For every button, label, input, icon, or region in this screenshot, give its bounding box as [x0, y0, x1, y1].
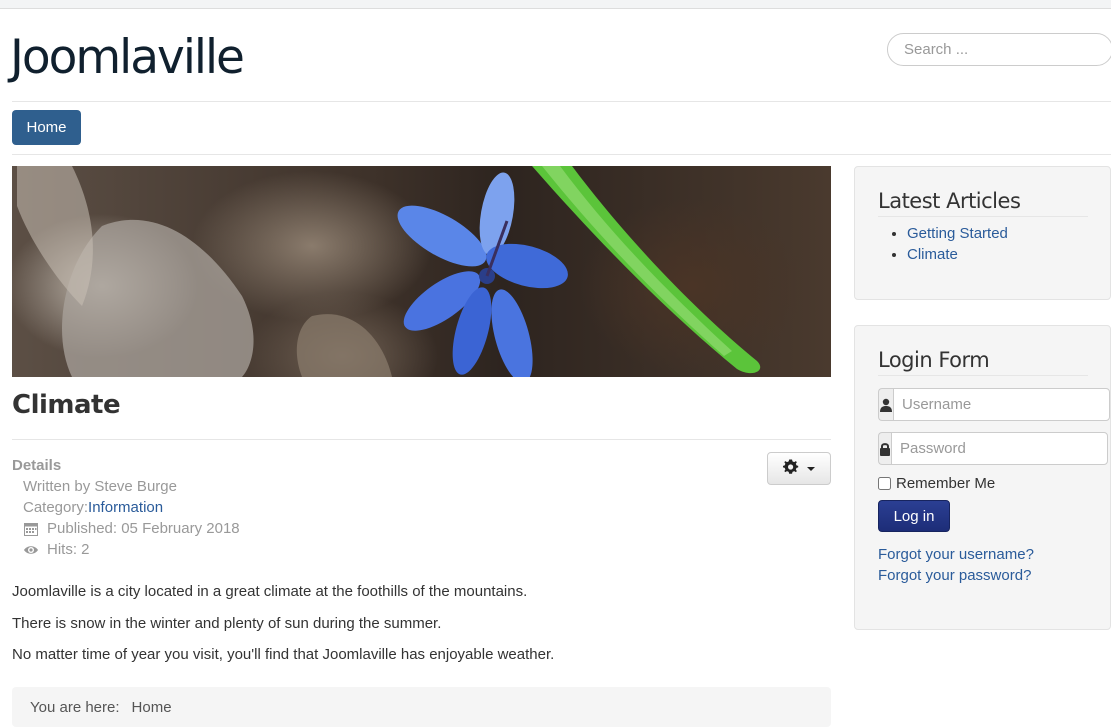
category-info: Category: Information	[23, 499, 163, 516]
hits-count: Hits: 2	[47, 541, 90, 558]
published-date: Published: 05 February 2018	[47, 520, 240, 537]
username-field[interactable]	[893, 388, 1110, 421]
lock-icon	[878, 432, 891, 465]
password-group	[878, 432, 1108, 465]
user-icon	[878, 388, 893, 421]
hits-info: Hits: 2	[23, 541, 90, 558]
article-paragraph: Joomlaville is a city located in a great…	[12, 583, 528, 600]
article-title: Climate	[12, 390, 121, 420]
username-group	[878, 388, 1110, 421]
search-input[interactable]	[887, 33, 1111, 66]
breadcrumb: You are here: Home	[12, 687, 831, 727]
remember-me-label: Remember Me	[896, 475, 996, 492]
flower-illustration	[17, 166, 761, 377]
author-info: Written by Steve Burge	[23, 478, 177, 495]
published-info: Published: 05 February 2018	[23, 520, 240, 537]
article-banner-image	[12, 166, 831, 377]
login-button[interactable]: Log in	[878, 500, 950, 532]
article-link-getting-started[interactable]: Getting Started	[907, 225, 1008, 242]
nav-divider	[12, 154, 1111, 155]
chevron-down-icon	[807, 466, 815, 471]
gear-icon	[783, 458, 799, 479]
remember-me-checkbox[interactable]	[878, 477, 891, 490]
eye-icon	[23, 542, 39, 558]
header-divider	[12, 101, 1111, 102]
list-item: Climate	[907, 244, 1110, 265]
breadcrumb-item-home[interactable]: Home	[132, 699, 172, 716]
breadcrumb-label: You are here:	[30, 698, 120, 716]
site-title[interactable]: Joomlaville	[10, 30, 245, 85]
login-form-title: Login Form	[878, 348, 1088, 376]
category-link[interactable]: Information	[88, 499, 163, 516]
article-paragraph: There is snow in the winter and plenty o…	[12, 615, 442, 632]
dry-leaf-shape	[296, 314, 392, 377]
details-label: Details	[12, 457, 62, 474]
login-form-panel: Login Form Remember Me Log in Forgot you…	[854, 325, 1111, 630]
article-paragraph: No matter time of year you visit, you'll…	[12, 646, 555, 663]
forgot-password-link[interactable]: Forgot your password?	[878, 567, 1031, 584]
nav-item-home[interactable]: Home	[12, 110, 81, 145]
forgot-username-link[interactable]: Forgot your username?	[878, 546, 1034, 563]
latest-articles-title: Latest Articles	[878, 189, 1088, 217]
latest-articles-panel: Latest Articles Getting Started Climate	[854, 166, 1111, 300]
article-tools-button[interactable]	[767, 452, 831, 485]
list-item: Getting Started	[907, 223, 1110, 244]
calendar-icon	[23, 521, 39, 537]
browser-top-strip	[0, 0, 1111, 9]
blue-flower	[397, 172, 568, 377]
article-link-climate[interactable]: Climate	[907, 246, 958, 263]
dry-leaf-shape	[17, 166, 93, 306]
remember-me: Remember Me	[878, 475, 995, 492]
author-text: Written by Steve Burge	[23, 478, 177, 495]
password-field[interactable]	[891, 432, 1108, 465]
category-prefix: Category:	[23, 499, 89, 516]
article-title-divider	[12, 439, 831, 440]
latest-articles-list: Getting Started Climate	[907, 223, 1110, 265]
